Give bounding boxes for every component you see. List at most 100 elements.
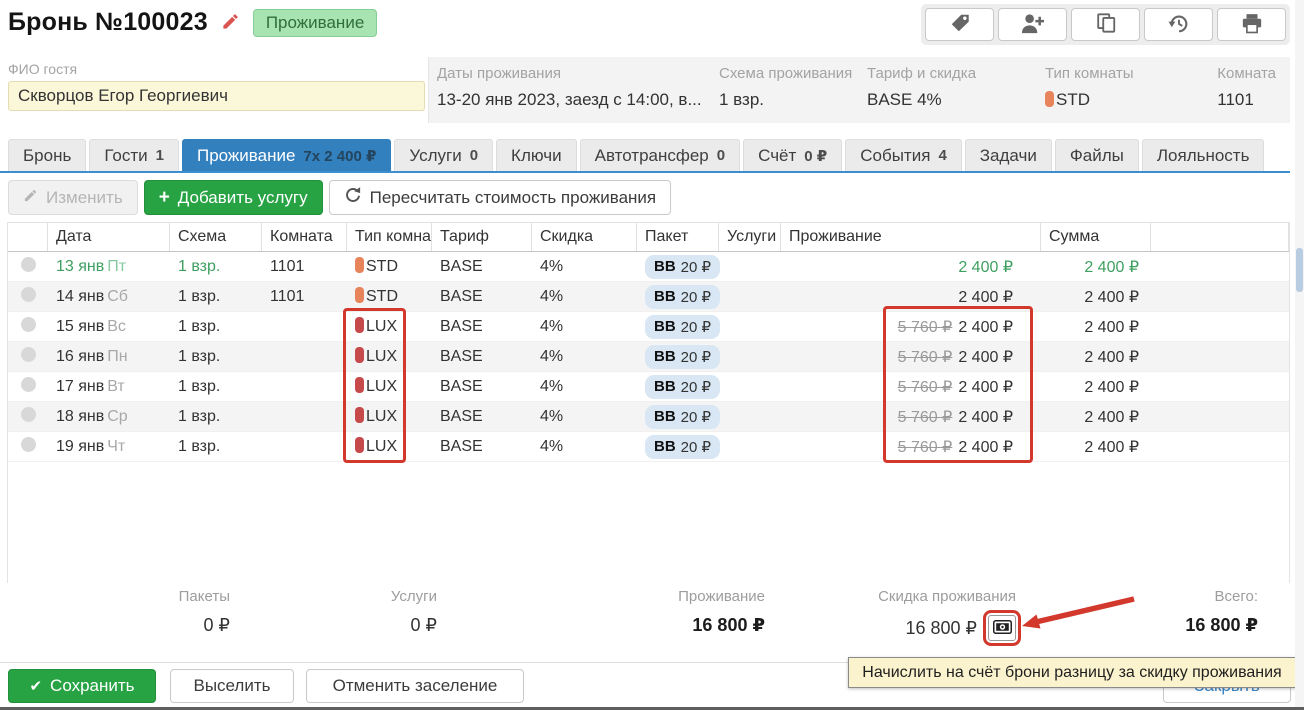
row-select-radio[interactable]: [21, 317, 36, 332]
tab[interactable]: События 4: [845, 139, 962, 171]
tab[interactable]: Файлы: [1055, 139, 1139, 171]
guest-name-block: ФИО гостя: [8, 61, 428, 111]
header: Бронь №100023 Проживание: [8, 8, 377, 37]
plus-icon: +: [159, 187, 170, 209]
table-row[interactable]: 13 янвПт 1 взр. 1101 STD BASE 4% BB20 ₽ …: [8, 252, 1289, 282]
save-button[interactable]: ✔ Сохранить: [8, 669, 156, 703]
column-header: Тип комна...: [347, 223, 432, 251]
tab[interactable]: Задачи: [965, 139, 1052, 171]
cell-discount: 4%: [532, 378, 637, 396]
info-field-value: BASE 4%: [867, 90, 1045, 110]
charge-discount-button[interactable]: [988, 615, 1016, 641]
room-type-color-icon: [355, 317, 364, 333]
package-badge: BB20 ₽: [645, 315, 720, 339]
package-badge: BB20 ₽: [645, 345, 720, 369]
info-field: Тариф и скидка BASE 4%: [867, 65, 1045, 123]
edit-row-button[interactable]: Изменить: [8, 180, 138, 215]
tag-button[interactable]: [925, 8, 994, 41]
old-price: 5 760 ₽: [898, 319, 953, 336]
add-service-button[interactable]: + Добавить услугу: [144, 180, 323, 215]
cell-package: BB20 ₽: [637, 345, 719, 369]
day-of-week: Вс: [107, 318, 126, 335]
cell-stay-price: 2 400 ₽: [781, 257, 1041, 277]
day-of-week: Сб: [107, 288, 128, 305]
cell-date: 15 янвВс: [48, 318, 170, 336]
cancel-checkin-button[interactable]: Отменить заселение: [306, 669, 524, 703]
cell-sum: 2 400 ₽: [1041, 407, 1151, 427]
tab[interactable]: Автотрансфер 0: [580, 139, 741, 171]
room-type-color-icon: [355, 377, 364, 393]
total-label: Услуги: [287, 588, 437, 605]
row-select-radio[interactable]: [21, 347, 36, 362]
recalculate-button[interactable]: Пересчитать стоимость проживания: [329, 180, 672, 215]
info-field: Тип комнаты STD: [1045, 65, 1209, 123]
total-block: Проживание 16 800 ₽: [615, 588, 765, 636]
tab-badge: 4: [938, 147, 946, 164]
table-row[interactable]: 14 янвСб 1 взр. 1101 STD BASE 4% BB20 ₽ …: [8, 282, 1289, 312]
total-value: 16 800 ₽: [1185, 615, 1258, 636]
row-select-radio[interactable]: [21, 377, 36, 392]
tab[interactable]: Гости 1: [89, 139, 179, 171]
tab[interactable]: Услуги 0: [394, 139, 493, 171]
cell-date: 16 янвПн: [48, 348, 170, 366]
tab-label: Автотрансфер: [595, 146, 709, 166]
tab[interactable]: Ключи: [496, 139, 577, 171]
cell-stay-price: 5 760 ₽2 400 ₽: [781, 347, 1041, 367]
table-row[interactable]: 16 янвПн 1 взр. LUX BASE 4% BB20 ₽ 5 760…: [8, 342, 1289, 372]
cell-room-type: STD: [347, 287, 432, 306]
cell-date: 13 янвПт: [48, 258, 170, 276]
tab-badge: 7x 2 400 ₽: [303, 147, 376, 165]
day-of-week: Пт: [107, 258, 126, 275]
history-icon: [1168, 12, 1190, 37]
scrollbar-thumb[interactable]: [1296, 248, 1303, 292]
cell-room-type: STD: [347, 257, 432, 276]
table-row[interactable]: 18 янвСр 1 взр. LUX BASE 4% BB20 ₽ 5 760…: [8, 402, 1289, 432]
row-select-radio[interactable]: [21, 257, 36, 272]
evict-button[interactable]: Выселить: [170, 669, 294, 703]
cell-room: 1101: [262, 288, 347, 306]
tab-badge: 0: [470, 147, 478, 164]
column-header: Тариф: [432, 223, 532, 251]
cell-room-type: LUX: [347, 317, 432, 336]
room-type-color-icon: [1045, 91, 1054, 107]
tab-label: Услуги: [409, 146, 461, 166]
print-button[interactable]: [1217, 8, 1286, 41]
tab[interactable]: Счёт 0 ₽: [743, 139, 842, 171]
tab[interactable]: Проживание 7x 2 400 ₽: [182, 139, 391, 171]
tab[interactable]: Бронь: [8, 139, 86, 171]
row-select-radio[interactable]: [21, 437, 36, 452]
table-toolbar: Изменить + Добавить услугу Пересчитать с…: [8, 180, 671, 215]
row-select-radio[interactable]: [21, 287, 36, 302]
guest-name-input[interactable]: [8, 81, 425, 111]
cell-discount: 4%: [532, 318, 637, 336]
day-of-week: Пн: [107, 348, 127, 365]
cell-tariff: BASE: [432, 348, 532, 366]
cell-discount: 4%: [532, 258, 637, 276]
room-type-color-icon: [355, 287, 364, 303]
info-field-label: Комната: [1217, 65, 1276, 82]
table-row[interactable]: 17 янвВт 1 взр. LUX BASE 4% BB20 ₽ 5 760…: [8, 372, 1289, 402]
row-select-radio[interactable]: [21, 407, 36, 422]
package-badge: BB20 ₽: [645, 285, 720, 309]
edit-booking-button[interactable]: [221, 12, 240, 34]
table-row[interactable]: 19 янвЧт 1 взр. LUX BASE 4% BB20 ₽ 5 760…: [8, 432, 1289, 462]
print-icon: [1241, 13, 1263, 37]
history-button[interactable]: [1144, 8, 1213, 41]
cell-package: BB20 ₽: [637, 375, 719, 399]
total-block: Услуги 0 ₽: [287, 588, 437, 636]
guest-name-label: ФИО гостя: [8, 61, 428, 77]
total-value: 0 ₽: [204, 615, 230, 636]
table-row[interactable]: 15 янвВс 1 взр. LUX BASE 4% BB20 ₽ 5 760…: [8, 312, 1289, 342]
cell-stay-price: 5 760 ₽2 400 ₽: [781, 317, 1041, 337]
cell-room-type: LUX: [347, 377, 432, 396]
cell-scheme: 1 взр.: [170, 258, 262, 276]
tab-label: Гости: [104, 146, 147, 166]
column-header: Схема: [170, 223, 262, 251]
tab[interactable]: Лояльность: [1142, 139, 1265, 171]
vertical-scrollbar[interactable]: [1295, 0, 1304, 710]
add-guest-button[interactable]: [998, 8, 1067, 41]
pencil-icon: [221, 12, 240, 34]
copy-button[interactable]: [1071, 8, 1140, 41]
info-field-value: 1101: [1217, 90, 1276, 110]
old-price: 5 760 ₽: [898, 439, 953, 456]
